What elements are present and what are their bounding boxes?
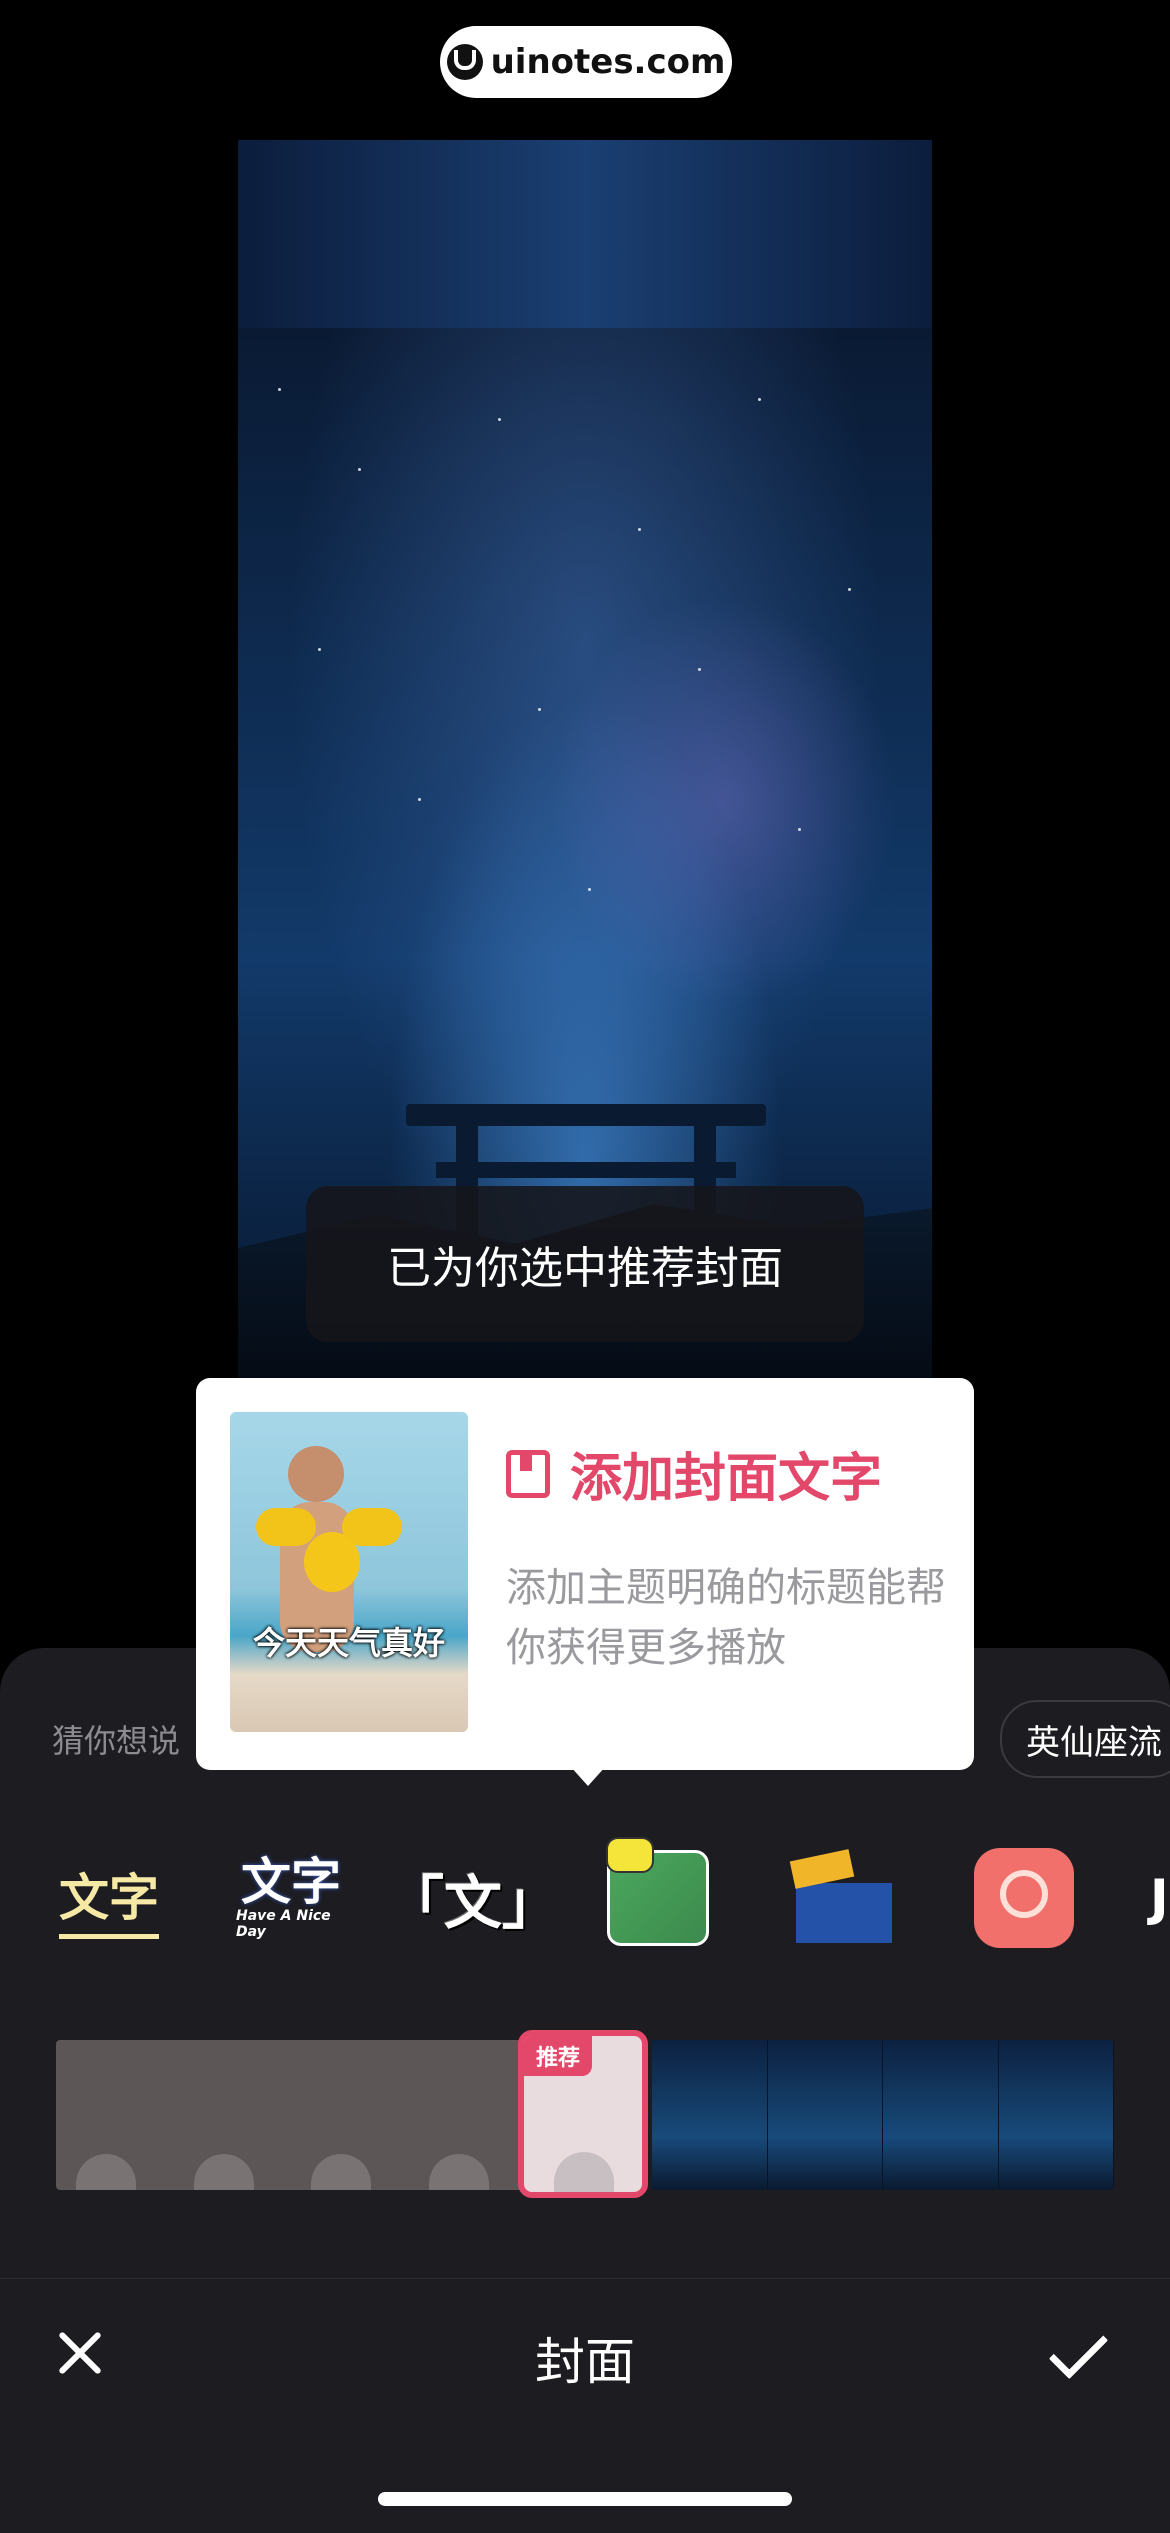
uinotes-logo-icon: [446, 44, 483, 80]
example-cover-thumbnail: 今天天气真好: [230, 1412, 468, 1732]
suggestion-chip[interactable]: 英仙座流: [1000, 1700, 1170, 1778]
frames-night-sky: [652, 2040, 1114, 2190]
popup-title[interactable]: 添加封面文字: [506, 1436, 882, 1511]
popup-title-text: 添加封面文字: [570, 1449, 883, 1509]
suggestions-label: 猜你想说: [52, 1722, 181, 1760]
home-indicator[interactable]: [378, 2492, 792, 2506]
checkmark-icon[interactable]: [1046, 2320, 1118, 2384]
text-style-quote[interactable]: 「文」: [386, 1838, 560, 1958]
recommended-cover-toast: 已为你选中推荐封面: [306, 1186, 864, 1342]
text-style-blue-outline[interactable]: 文字 Have A Nice Day: [236, 1838, 346, 1958]
recommended-badge: 推荐: [524, 2036, 593, 2076]
popup-description: 添加主题明确的标题能帮你获得更多播放: [506, 1565, 946, 1671]
watermark-text: uinotes.com: [490, 42, 726, 82]
selected-cover-frame[interactable]: 推荐: [518, 2030, 648, 2198]
text-style-label: 文字: [59, 1868, 159, 1927]
bookmark-icon: [506, 1449, 550, 1498]
text-style-yellow[interactable]: 文字: [54, 1838, 164, 1958]
frames-anime: [56, 2040, 526, 2190]
uinotes-watermark: uinotes.com: [440, 26, 732, 98]
popup-pointer: [570, 1766, 606, 1786]
text-style-sublabel: Have A Nice Day: [236, 1908, 331, 1940]
thumbnail-caption: 今天天气真好: [252, 1624, 445, 1662]
text-style-row: 文字 文字 Have A Nice Day 「文」 J: [0, 1837, 1170, 1958]
blue-board-sticker-icon[interactable]: [789, 1838, 896, 1958]
camera-sticker-icon[interactable]: [972, 1838, 1076, 1958]
add-cover-text-popup[interactable]: 今天天气真好 添加封面文字 添加主题明确的标题能帮你获得更多播放: [196, 1378, 974, 1770]
preview-top-band: [238, 140, 932, 328]
page-title: 封面: [535, 2333, 635, 2391]
text-style-label: 文字: [241, 1853, 341, 1911]
green-card-sticker-icon[interactable]: [606, 1837, 710, 1958]
text-style-partial[interactable]: J: [1150, 1838, 1170, 1958]
